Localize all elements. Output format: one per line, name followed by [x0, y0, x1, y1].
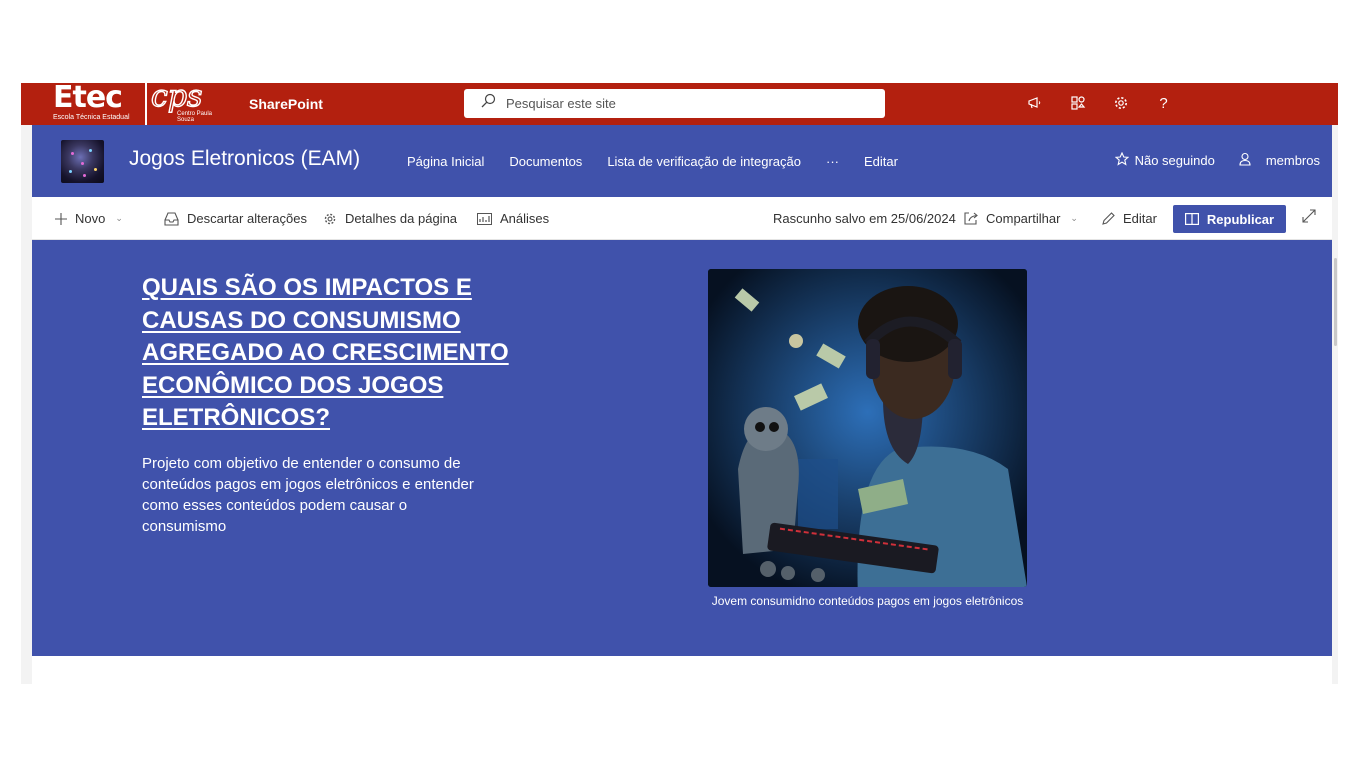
nav-item-onboarding-checklist[interactable]: Lista de verificação de integração	[607, 154, 801, 169]
app-switch-icon[interactable]	[1069, 93, 1086, 113]
nav-more-icon[interactable]: ···	[826, 154, 839, 169]
hero-section: QUAIS SÃO OS IMPACTOS E CAUSAS DO CONSUM…	[32, 240, 1332, 656]
search-input[interactable]	[506, 96, 866, 111]
edit-label: Editar	[1123, 211, 1157, 226]
analytics-icon	[477, 212, 492, 225]
nav-item-home[interactable]: Página Inicial	[407, 154, 484, 169]
site-title[interactable]: Jogos Eletronicos (EAM)	[129, 147, 360, 171]
expand-icon[interactable]	[1302, 209, 1316, 228]
members-button[interactable]: membros	[1266, 153, 1320, 168]
site-logo[interactable]	[61, 140, 104, 183]
republish-label: Republicar	[1206, 211, 1275, 227]
search-box[interactable]	[464, 89, 885, 118]
new-label: Novo	[75, 211, 106, 226]
settings-gear-icon[interactable]	[1112, 93, 1129, 113]
chevron-down-icon: ⌄	[115, 213, 123, 223]
analytics-button[interactable]: Análises	[477, 197, 549, 240]
republish-button[interactable]: Republicar	[1173, 205, 1286, 233]
hero-title-link[interactable]: QUAIS SÃO OS IMPACTOS E CAUSAS DO CONSUM…	[142, 272, 522, 435]
star-icon	[1114, 151, 1129, 169]
search-icon	[480, 93, 496, 114]
gear-icon	[323, 212, 337, 226]
site-header: Jogos Eletronicos (EAM) Página Inicial D…	[32, 125, 1332, 197]
megaphone-icon[interactable]	[1026, 93, 1043, 113]
suite-bar: Etec Escola Técnica Estadual cps Centro …	[21, 83, 1338, 125]
page-details-button[interactable]: Detalhes da página	[323, 197, 457, 240]
edit-button[interactable]: Editar	[1101, 197, 1157, 240]
help-icon[interactable]: ?	[1155, 93, 1172, 113]
analytics-label: Análises	[500, 211, 550, 226]
share-button[interactable]: Compartilhar ⌄	[964, 197, 1078, 240]
sharepoint-window: Etec Escola Técnica Estadual cps Centro …	[21, 83, 1338, 684]
follow-button[interactable]: Não seguindo	[1135, 153, 1215, 168]
book-icon	[1184, 213, 1199, 225]
org-logo[interactable]: Etec Escola Técnica Estadual cps Centro …	[41, 83, 212, 125]
plus-icon	[55, 212, 67, 225]
discard-label: Descartar alterações	[187, 211, 307, 226]
share-icon	[964, 212, 978, 225]
nav-item-documents[interactable]: Documentos	[509, 154, 582, 169]
nav-edit-link[interactable]: Editar	[864, 154, 898, 169]
scrollbar-thumb[interactable]	[1334, 258, 1337, 346]
share-label: Compartilhar	[986, 211, 1061, 226]
page-details-label: Detalhes da página	[345, 211, 458, 226]
discard-icon	[164, 211, 179, 226]
cps-logo-text: cps	[150, 83, 203, 114]
app-name[interactable]: SharePoint	[249, 96, 323, 112]
etec-logo-subtitle: Escola Técnica Estadual	[53, 114, 130, 121]
draft-status: Rascunho salvo em 25/06/2024	[773, 211, 956, 226]
cps-logo-subtitle: Centro Paula Souza	[177, 111, 213, 123]
image-caption: Jovem consumidno conteúdos pagos em jogo…	[711, 594, 1024, 608]
hero-description: Projeto com objetivo de entender o consu…	[142, 455, 474, 535]
new-button[interactable]: Novo ⌄	[55, 197, 123, 240]
chevron-down-icon: ⌄	[1070, 213, 1078, 223]
person-icon	[1238, 152, 1252, 169]
site-nav: Página Inicial Documentos Lista de verif…	[407, 154, 923, 169]
command-bar: Novo ⌄ Descartar alterações Detalhes da …	[32, 197, 1332, 240]
pencil-icon	[1101, 211, 1115, 226]
etec-logo-text: Etec	[53, 83, 123, 115]
discard-changes-button[interactable]: Descartar alterações	[164, 197, 307, 240]
hero-image[interactable]	[708, 269, 1027, 587]
page-content-area	[32, 656, 1332, 684]
logo-divider	[145, 83, 147, 125]
